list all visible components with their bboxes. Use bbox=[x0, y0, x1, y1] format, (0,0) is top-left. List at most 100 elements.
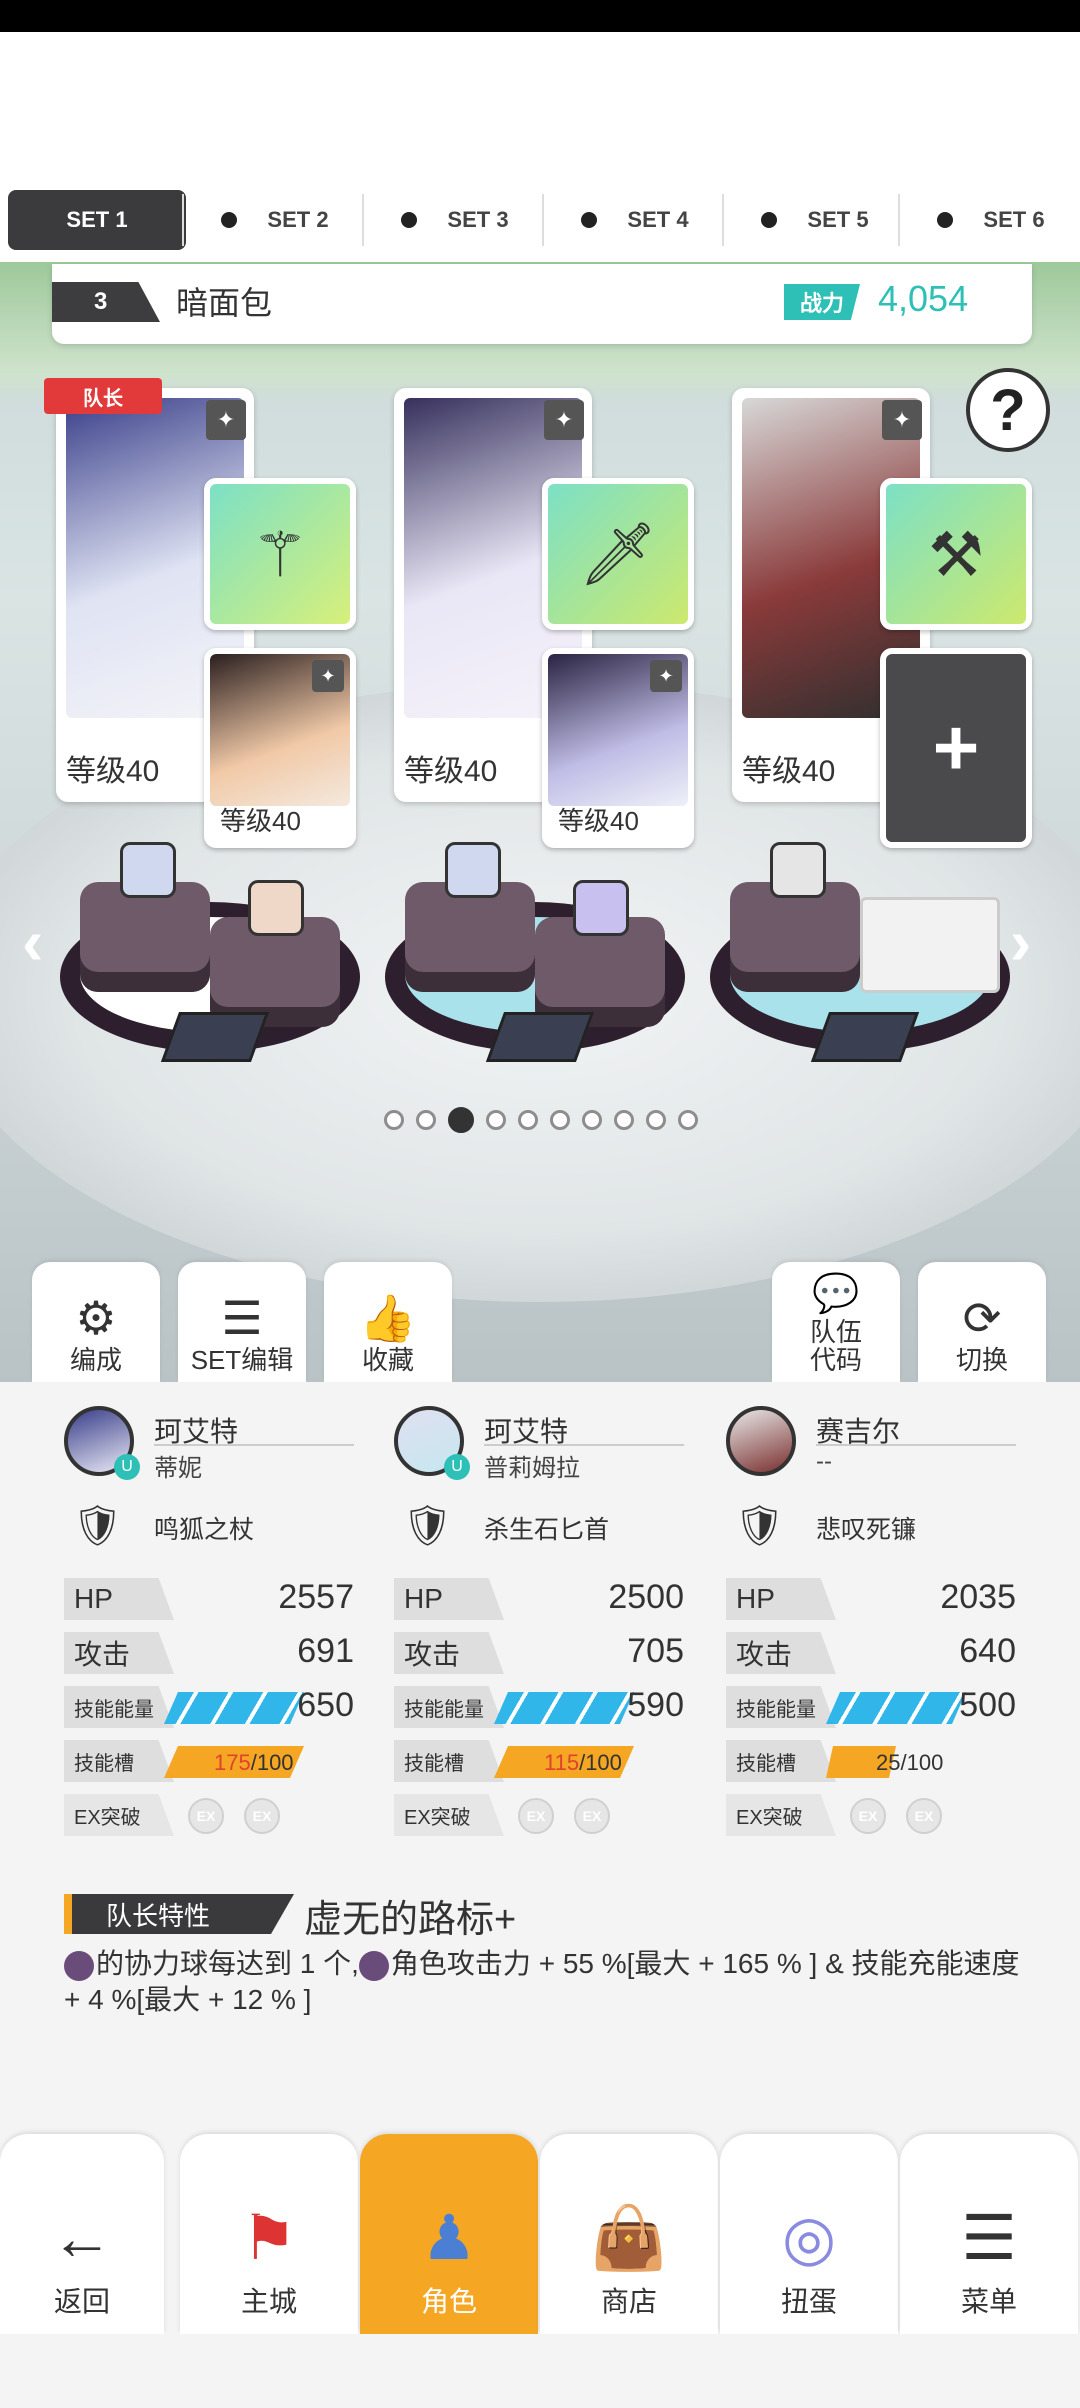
divider bbox=[722, 194, 724, 246]
prev-team-arrow[interactable]: ‹ bbox=[22, 905, 43, 979]
character-icon: ♟ bbox=[421, 2204, 477, 2273]
nav-town[interactable]: ⚑ 主城 bbox=[180, 2134, 358, 2334]
scythe-icon: ⚒ bbox=[928, 520, 984, 590]
stat-label: 技能能量 bbox=[64, 1686, 174, 1728]
support-level: 等级40 bbox=[558, 806, 639, 836]
team-code-button[interactable]: 💬 队伍 代码 bbox=[772, 1262, 900, 1382]
pedestal-2[interactable] bbox=[385, 822, 685, 1082]
support-slot-1[interactable]: ✦ 等级40 bbox=[204, 648, 356, 848]
set-edit-button[interactable]: ☰ SET编辑 bbox=[178, 1262, 306, 1382]
stat-label: 技能能量 bbox=[394, 1686, 504, 1728]
weapon-slot-2[interactable]: 🗡 bbox=[542, 478, 694, 630]
page-dot[interactable] bbox=[646, 1110, 666, 1130]
hero-sprite bbox=[120, 842, 176, 898]
ex-slot-icon[interactable]: EX bbox=[244, 1798, 280, 1834]
weapon-icon: 🛡 bbox=[734, 1504, 785, 1548]
energy-value: 500 bbox=[959, 1686, 1016, 1724]
staff-icon: ⚚ bbox=[252, 520, 308, 590]
ex-slot-icon[interactable]: EX bbox=[850, 1798, 886, 1834]
pedestal-tile bbox=[485, 1012, 595, 1062]
stat-label: 攻击 bbox=[726, 1632, 836, 1674]
hero-level: 等级40 bbox=[742, 755, 836, 788]
nav-back[interactable]: ← 返回 bbox=[0, 2134, 164, 2334]
weapon-name: 鸣狐之杖 bbox=[154, 1516, 255, 1544]
atk-value: 691 bbox=[297, 1632, 354, 1670]
energy-value: 590 bbox=[627, 1686, 684, 1724]
ex-slot-icon[interactable]: EX bbox=[574, 1798, 610, 1834]
divider bbox=[154, 1444, 354, 1446]
energy-row: 技能能量 590 bbox=[394, 1686, 684, 1728]
switch-icon: ⟳ bbox=[962, 1291, 1002, 1344]
weapon-name: 杀生石匕首 bbox=[484, 1516, 610, 1544]
pedestal-block bbox=[405, 882, 535, 992]
page-dot[interactable] bbox=[384, 1110, 404, 1130]
nav-gacha[interactable]: ◎ 扭蛋 bbox=[720, 2134, 898, 2334]
leader-tag: 队长 bbox=[44, 378, 162, 414]
divider bbox=[542, 194, 544, 246]
help-button[interactable]: ? bbox=[966, 368, 1050, 452]
page-dot[interactable] bbox=[486, 1110, 506, 1130]
atk-row: 攻击 705 bbox=[394, 1632, 684, 1674]
ex-slots: EX EX bbox=[850, 1798, 942, 1834]
ex-slot-icon[interactable]: EX bbox=[518, 1798, 554, 1834]
page-dot[interactable] bbox=[614, 1110, 634, 1130]
power-label: 战力 bbox=[784, 284, 860, 320]
hp-value: 2557 bbox=[278, 1578, 354, 1616]
dot-icon bbox=[937, 212, 954, 228]
nav-label: 菜单 bbox=[960, 2286, 1017, 2317]
divider bbox=[816, 1444, 1016, 1446]
leader-skill-name: 虚无的路标+ bbox=[304, 1899, 517, 1941]
avatar[interactable] bbox=[726, 1406, 796, 1476]
hp-value: 2035 bbox=[940, 1578, 1016, 1616]
stat-label: EX突破 bbox=[726, 1794, 836, 1836]
weapon-slot-1[interactable]: ⚚ bbox=[204, 478, 356, 630]
tab-set-5[interactable]: SET 5 bbox=[726, 190, 904, 250]
support-slot-2[interactable]: ✦ 等级40 bbox=[542, 648, 694, 848]
energy-bar bbox=[826, 1692, 966, 1724]
page-dot[interactable] bbox=[678, 1110, 698, 1130]
hero-level: 等级40 bbox=[404, 755, 498, 788]
ex-slot-icon[interactable]: EX bbox=[188, 1798, 224, 1834]
switch-button[interactable]: ⟳ 切换 bbox=[918, 1262, 1046, 1382]
page-dot[interactable] bbox=[550, 1110, 570, 1130]
weapon-icon: 🛡 bbox=[72, 1504, 123, 1548]
page-dot-active[interactable] bbox=[448, 1107, 474, 1133]
pedestal-tile bbox=[810, 1012, 920, 1062]
desc-text: 的协力球每达到 1 个, bbox=[96, 1948, 359, 1979]
town-icon: ⚑ bbox=[241, 2204, 297, 2273]
nav-menu[interactable]: ☰ 菜单 bbox=[900, 2134, 1078, 2334]
nav-shop[interactable]: 👜 商店 bbox=[540, 2134, 718, 2334]
nav-label: 返回 bbox=[53, 2286, 110, 2317]
team-name: 暗面包 bbox=[176, 285, 273, 321]
team-name-bar[interactable]: 3 暗面包 战力 4,054 bbox=[52, 264, 1032, 344]
add-support-button[interactable]: + bbox=[880, 648, 1032, 848]
atk-value: 705 bbox=[627, 1632, 684, 1670]
slot-current: 25 bbox=[876, 1750, 901, 1775]
skill-slot-value: 115/100 bbox=[544, 1750, 622, 1776]
ex-slot-icon[interactable]: EX bbox=[906, 1798, 942, 1834]
tab-set-6[interactable]: SET 6 bbox=[902, 190, 1080, 250]
button-label: 编成 bbox=[69, 1344, 122, 1375]
tab-set-2[interactable]: SET 2 bbox=[186, 190, 364, 250]
page-dot[interactable] bbox=[416, 1110, 436, 1130]
pedestal-tile bbox=[160, 1012, 270, 1062]
ex-row: EX突破 EX EX bbox=[64, 1794, 354, 1836]
page-dot[interactable] bbox=[518, 1110, 538, 1130]
weapon-slot-3[interactable]: ⚒ bbox=[880, 478, 1032, 630]
star-icon: ✦ bbox=[650, 660, 682, 692]
nav-character[interactable]: ♟ 角色 bbox=[360, 2134, 538, 2334]
hp-row: HP 2557 bbox=[64, 1578, 354, 1620]
ex-slots: EX EX bbox=[188, 1798, 280, 1834]
formation-button[interactable]: ⚙ 编成 bbox=[32, 1262, 160, 1382]
page-dot[interactable] bbox=[582, 1110, 602, 1130]
tab-set-3[interactable]: SET 3 bbox=[366, 190, 544, 250]
favorite-button[interactable]: 👍 收藏 bbox=[324, 1262, 452, 1382]
dark-element-icon bbox=[64, 1950, 94, 1981]
pedestal-1[interactable] bbox=[60, 822, 360, 1082]
tab-set-4[interactable]: SET 4 bbox=[546, 190, 724, 250]
pedestal-3[interactable] bbox=[710, 822, 1010, 1082]
dot-icon bbox=[581, 212, 598, 228]
tab-set-1[interactable]: SET 1 bbox=[8, 190, 186, 250]
atk-row: 攻击 640 bbox=[726, 1632, 1016, 1674]
next-team-arrow[interactable]: › bbox=[1010, 905, 1031, 979]
